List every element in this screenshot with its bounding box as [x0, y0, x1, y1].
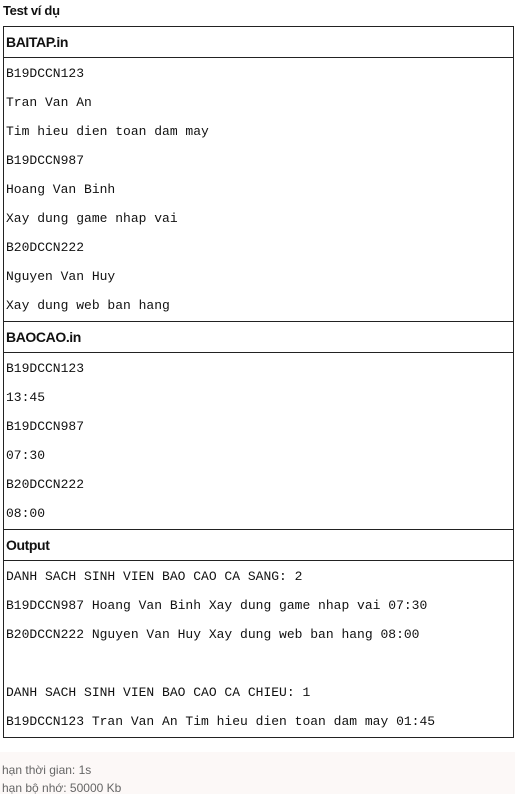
content-line: B20DCCN222	[6, 240, 85, 255]
content-line: Xay dung web ban hang	[6, 298, 170, 313]
content-line: B20DCCN222 Nguyen Van Huy Xay dung web b…	[6, 627, 420, 642]
baitap-inheader: BAITAP.in	[3, 26, 514, 58]
content-line: B19DCCN123	[6, 66, 85, 81]
content-line: DANH SACH SINH VIEN BAO CAO CA CHIEU: 1	[6, 685, 311, 700]
content-line: B19DCCN123 Tran Van An Tim hieu dien toa…	[6, 714, 436, 729]
content-line: 08:00	[6, 506, 46, 521]
section-title: Test ví dụ	[3, 3, 60, 18]
limits-panel: i hạn thời gian: 1s i hạn bộ nhớ: 50000 …	[0, 752, 515, 795]
baocao-incontent: B19DCCN123 13:45 B19DCCN987 07:30 B20DCCN222…	[3, 352, 514, 530]
content-line: B19DCCN123	[6, 361, 85, 376]
content-line: Xay dung game nhap vai	[6, 211, 178, 226]
content-line: B20DCCN222	[6, 477, 85, 492]
outputheader: Output	[3, 529, 514, 561]
content-line	[6, 649, 511, 678]
memory-limit: i hạn bộ nhớ: 50000 Kb	[0, 781, 122, 795]
baocao-inheader: BAOCAO.in	[3, 321, 514, 353]
content-line: 13:45	[6, 390, 46, 405]
content-line: B19DCCN987	[6, 419, 85, 434]
content-line: B19DCCN987	[6, 153, 85, 168]
time-limit: i hạn thời gian: 1s	[0, 763, 92, 777]
content-line: Nguyen Van Huy	[6, 269, 116, 284]
content-line: Tim hieu dien toan dam may	[6, 124, 209, 139]
test-example-table: BAITAP.in B19DCCN123 Tran Van An Tim hieu d…	[3, 26, 514, 738]
outputcontent: DANH SACH SINH VIEN BAO CAO CA SANG: 2 B1…	[3, 560, 514, 738]
content-line: Tran Van An	[6, 95, 92, 110]
content-line: B19DCCN987 Hoang Van Binh Xay dung game …	[6, 598, 428, 613]
content-line: 07:30	[6, 448, 46, 463]
baitap-incontent: B19DCCN123 Tran Van An Tim hieu dien toan …	[3, 57, 514, 322]
content-line: DANH SACH SINH VIEN BAO CAO CA SANG: 2	[6, 569, 303, 584]
content-line: Hoang Van Binh	[6, 182, 116, 197]
